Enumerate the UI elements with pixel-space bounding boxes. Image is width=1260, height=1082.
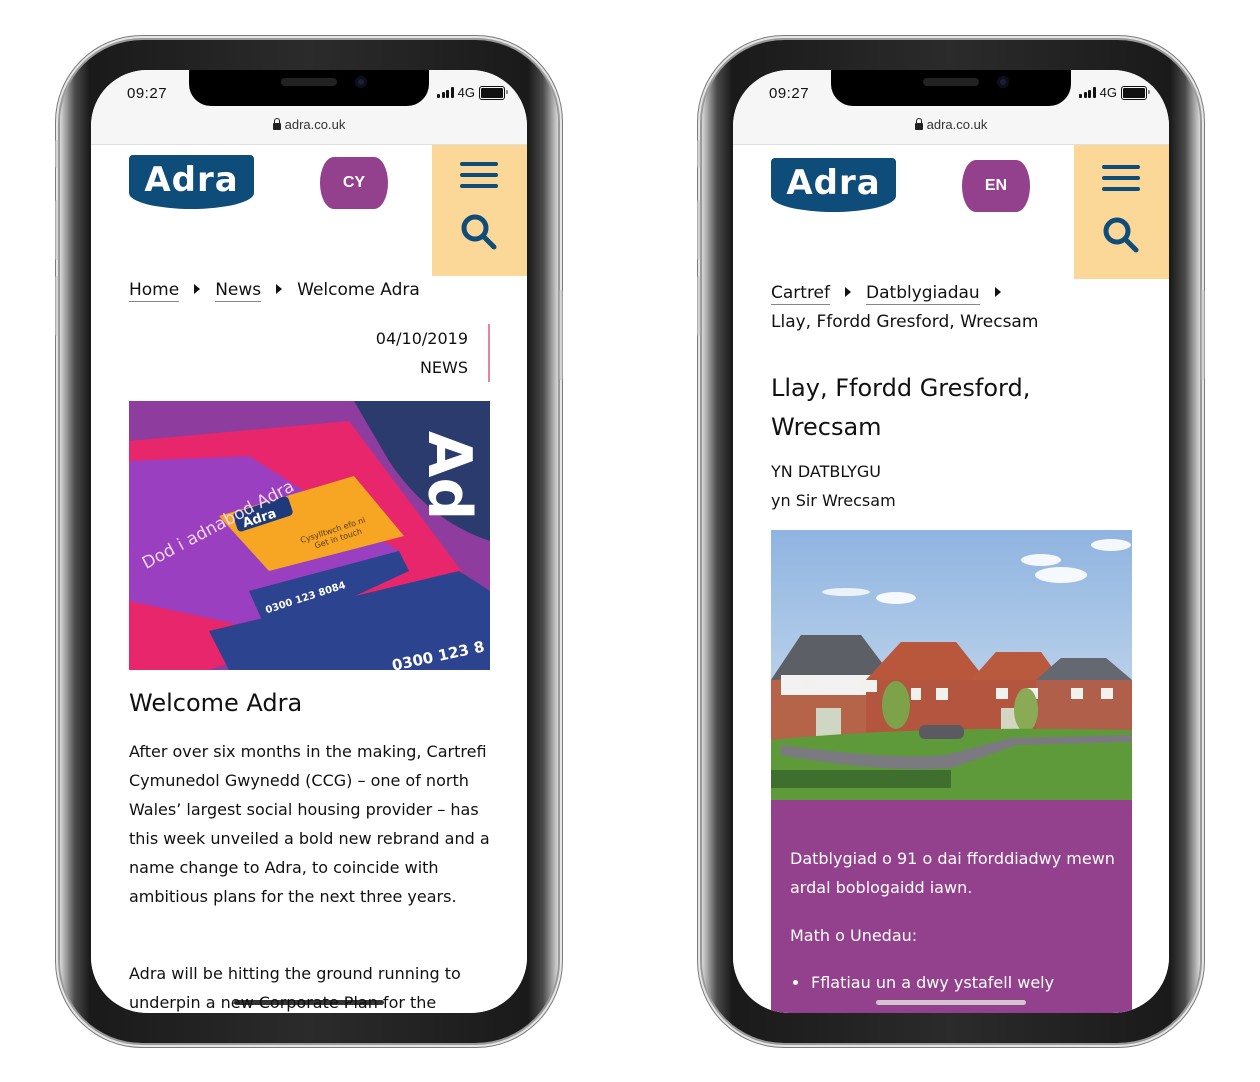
adra-logo[interactable]: Adra (771, 158, 896, 212)
notch (189, 70, 429, 106)
chevron-right-icon (845, 287, 852, 297)
url-text: adra.co.uk (284, 117, 346, 132)
phone-frame-left: 09:27 4G adra.co.uk Adra CY Home News We… (55, 40, 563, 1043)
volume-down-button (55, 276, 59, 336)
network-label: 4G (1099, 85, 1117, 100)
development-location: yn Sir Wrecsam (771, 491, 896, 510)
development-image (771, 530, 1132, 800)
camera (355, 76, 367, 88)
adra-logo[interactable]: Adra (129, 155, 254, 209)
status-indicators: 4G (437, 85, 508, 100)
address-bar[interactable]: adra.co.uk (733, 112, 1169, 145)
houses-render (771, 530, 1132, 800)
page-content: Adra EN Cartref Datblygiadau Llay, Ffordd … (733, 145, 1169, 1013)
page-content: Adra CY Home News Welcome Adra 04/10/2019 … (91, 145, 527, 1013)
status-time: 09:27 (769, 85, 810, 102)
speaker (923, 78, 979, 86)
breadcrumb-news-link[interactable]: News (215, 280, 262, 302)
silent-switch (697, 140, 701, 168)
menu-panel (1074, 145, 1169, 279)
power-button (559, 290, 563, 380)
breadcrumb-current: Llay, Ffordd Gresford, Wrecsam (771, 312, 1039, 332)
chevron-right-icon (194, 284, 201, 294)
menu-panel (432, 145, 527, 276)
language-toggle-button[interactable]: EN (962, 160, 1030, 212)
breadcrumb: Cartref Datblygiadau Llay, Ffordd Gresford… (771, 279, 1141, 337)
volume-up-button (55, 200, 59, 260)
article-title: Welcome Adra (129, 689, 303, 717)
search-icon[interactable] (1101, 215, 1141, 255)
speaker (281, 78, 337, 86)
lock-icon (272, 118, 281, 130)
units-heading: Math o Unedau: (790, 926, 918, 945)
article-paragraph-1: After over six months in the making, Car… (129, 742, 490, 906)
breadcrumb: Home News Welcome Adra (129, 276, 420, 305)
unit-label: Fflatiau un a dwy ystafell wely (811, 973, 1055, 992)
article-image: Ad Adra Cysylltwch efo ni Get in touch D… (129, 401, 490, 670)
network-label: 4G (457, 85, 475, 100)
development-title: Llay, Ffordd Gresford, Wrecsam (771, 374, 1031, 441)
status-indicators: 4G (1079, 85, 1150, 100)
status-time: 09:27 (127, 85, 168, 102)
bullet-icon (793, 980, 798, 985)
hamburger-menu-icon[interactable] (460, 162, 498, 188)
camera (997, 76, 1009, 88)
home-indicator[interactable] (876, 1000, 1026, 1005)
breadcrumb-home-link[interactable]: Home (129, 280, 180, 302)
address-bar[interactable]: adra.co.uk (91, 112, 527, 145)
phone-frame-right: 09:27 4G adra.co.uk Adra EN Cartref Datb… (697, 40, 1205, 1043)
url-text: adra.co.uk (926, 117, 988, 132)
article-category: NEWS (419, 358, 468, 377)
signal-icon (1079, 87, 1096, 98)
signal-icon (437, 87, 454, 98)
breadcrumb-developments-link[interactable]: Datblygiadau (866, 283, 980, 305)
battery-icon (479, 85, 508, 100)
screen: 09:27 4G adra.co.uk Adra CY Home News We… (91, 70, 527, 1013)
silent-switch (55, 140, 59, 168)
search-icon[interactable] (459, 212, 499, 252)
hamburger-menu-icon[interactable] (1102, 165, 1140, 191)
unit-list-item: Fflatiau un a dwy ystafell wely (790, 968, 1120, 997)
notch (831, 70, 1071, 106)
chevron-right-icon (276, 284, 283, 294)
leaflets-photo: Ad Adra Cysylltwch efo ni Get in touch D… (129, 401, 490, 670)
article-meta: 04/10/2019 NEWS (318, 324, 490, 382)
power-button (1201, 290, 1205, 380)
breadcrumb-current: Welcome Adra (297, 280, 420, 300)
development-description: Datblygiad o 91 o dai fforddiadwy mewn a… (790, 849, 1115, 897)
development-status: YN DATBLYGU (771, 462, 881, 481)
home-indicator[interactable] (234, 1000, 384, 1005)
battery-icon (1121, 85, 1150, 100)
svg-text:Ad: Ad (414, 431, 484, 520)
lock-icon (914, 118, 923, 130)
chevron-right-icon (994, 287, 1001, 297)
volume-up-button (697, 200, 701, 260)
breadcrumb-home-link[interactable]: Cartref (771, 283, 831, 305)
language-toggle-button[interactable]: CY (320, 157, 388, 209)
screen: 09:27 4G adra.co.uk Adra EN Cartref Datb… (733, 70, 1169, 1013)
volume-down-button (697, 276, 701, 336)
article-date: 04/10/2019 (375, 329, 468, 348)
development-summary-panel: Datblygiad o 91 o dai fforddiadwy mewn a… (771, 800, 1132, 1013)
